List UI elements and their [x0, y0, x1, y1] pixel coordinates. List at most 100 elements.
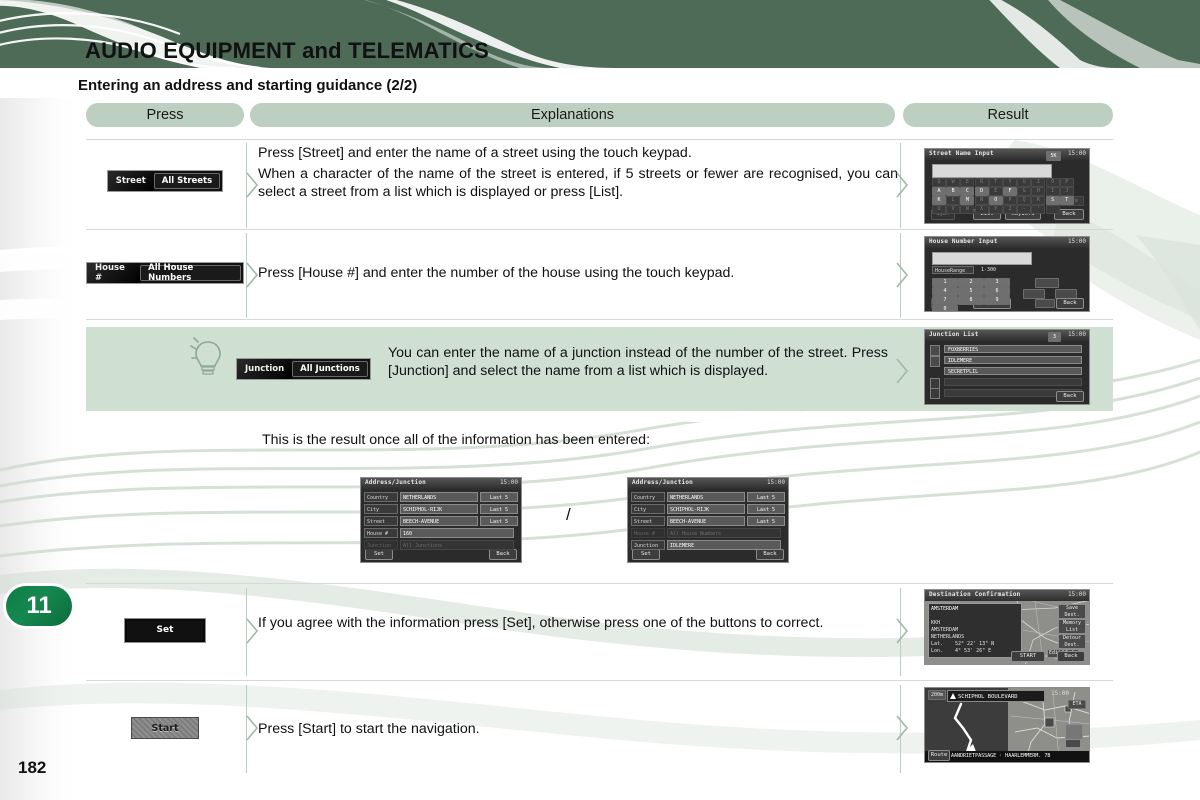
back-button[interactable]: Back — [1057, 651, 1085, 662]
numeric-key[interactable]: 0 — [932, 305, 958, 311]
keyboard-key[interactable] — [1045, 205, 1060, 214]
keyboard-key[interactable]: M — [960, 196, 975, 205]
text-input-field[interactable] — [932, 164, 1052, 178]
address-field-value[interactable]: BEECH-AVENUE — [400, 516, 478, 526]
numeric-key[interactable]: 3 — [984, 278, 1010, 287]
start-button[interactable]: Start — [131, 717, 199, 739]
address-field-label[interactable]: City — [364, 504, 398, 514]
keyboard-key[interactable]: Z — [1003, 205, 1017, 214]
start-button[interactable]: START — [1011, 651, 1045, 662]
delete-key[interactable] — [1035, 278, 1059, 288]
keyboard-key[interactable]: J — [1059, 187, 1074, 196]
keyboard-key[interactable]: X — [974, 205, 989, 214]
keyboard-key[interactable]: I — [1031, 178, 1046, 187]
back-button[interactable]: Back — [1056, 298, 1084, 309]
keyboard-key[interactable]: E — [960, 178, 975, 187]
address-field-value[interactable]: IDLEMERE — [667, 540, 781, 550]
keyboard-key[interactable]: W — [946, 178, 961, 187]
back-button[interactable]: Back — [1056, 391, 1084, 402]
address-field-value[interactable]: NETHERLANDS — [400, 492, 478, 502]
keyboard-key[interactable]: R — [1031, 196, 1046, 205]
address-field-label[interactable]: House # — [631, 528, 665, 538]
keyboard-key[interactable]: B — [946, 187, 961, 196]
address-field-side-button[interactable]: Last 5 — [480, 516, 518, 526]
keyboard-key[interactable]: V — [946, 205, 961, 214]
scroll-up-button[interactable] — [930, 345, 940, 356]
keyboard-key[interactable]: Y — [1003, 178, 1017, 187]
address-field-value[interactable]: SCHIPHOL-RIJK — [400, 504, 478, 514]
address-field-value[interactable]: SCHIPHOL-RIJK — [667, 504, 745, 514]
house-number-button[interactable]: House # All House Numbers — [86, 262, 244, 284]
keyboard-key[interactable]: E — [988, 187, 1003, 196]
numeric-key[interactable]: 8 — [958, 296, 984, 305]
keyboard-key[interactable]: G — [1017, 187, 1032, 196]
address-field-side-button[interactable]: Last 5 — [747, 492, 785, 502]
number-input-field[interactable] — [932, 252, 1032, 265]
keyboard-key[interactable]: N — [974, 196, 989, 205]
keyboard-key[interactable]: T — [988, 178, 1003, 187]
address-field-side-button[interactable]: Last 5 — [480, 504, 518, 514]
set-button[interactable]: Set — [125, 618, 205, 642]
scroll-down-button[interactable] — [930, 388, 940, 399]
keyboard-key[interactable]: R — [974, 178, 989, 187]
route-button[interactable]: Route — [928, 750, 950, 761]
keyboard-key[interactable]: S — [1045, 196, 1060, 205]
keyboard-key[interactable]: K — [932, 196, 946, 205]
back-button[interactable]: Back — [489, 549, 517, 560]
keyboard-key[interactable]: Q — [1017, 196, 1032, 205]
scroll-page-up-button[interactable] — [930, 356, 940, 367]
numeric-key[interactable]: 2 — [958, 278, 984, 287]
address-field-value[interactable]: BEECH-AVENUE — [667, 516, 745, 526]
address-field-side-button[interactable]: Last 5 — [747, 516, 785, 526]
detour-destination-button[interactable]: Detour Dest. — [1058, 634, 1086, 649]
back-button[interactable]: Back — [756, 549, 784, 560]
address-field-value[interactable]: All Junctions — [400, 540, 514, 550]
numeric-key[interactable]: 9 — [984, 296, 1010, 305]
keyboard-key[interactable]: H — [1031, 187, 1046, 196]
keyboard-key[interactable]: U — [932, 205, 946, 214]
keyboard-key[interactable]: Q — [932, 178, 946, 187]
keyboard-key[interactable]: T — [1059, 196, 1074, 205]
map-expand-button[interactable] — [1065, 739, 1081, 748]
address-field-value[interactable]: 160 — [400, 528, 514, 538]
address-field-value[interactable]: NETHERLANDS — [667, 492, 745, 502]
address-field-label[interactable]: Country — [364, 492, 398, 502]
street-button[interactable]: Street All Streets — [106, 170, 224, 192]
keyboard-key[interactable]: ' — [1031, 205, 1046, 214]
address-field-side-button[interactable]: Last 5 — [480, 492, 518, 502]
address-field-label[interactable]: Street — [364, 516, 398, 526]
keyboard-key[interactable]: P — [1059, 178, 1074, 187]
address-field-label[interactable]: House # — [364, 528, 398, 538]
memory-list-button[interactable]: Memory List — [1058, 619, 1086, 634]
keyboard-key[interactable]: O — [988, 196, 1003, 205]
keyboard-key[interactable]: C — [960, 187, 975, 196]
address-field-label[interactable]: Street — [631, 516, 665, 526]
address-field-side-button[interactable]: Last 5 — [747, 504, 785, 514]
address-field-value[interactable]: All House Numbers — [667, 528, 781, 538]
eta-button[interactable]: ETA — [1068, 700, 1086, 709]
space-key[interactable] — [1035, 299, 1055, 308]
numeric-key[interactable]: 6 — [984, 287, 1010, 296]
list-item[interactable]: SECRETPLIL — [944, 367, 1082, 375]
map-zoom-control[interactable] — [1065, 724, 1083, 740]
keyboard-key[interactable]: D — [974, 187, 989, 196]
keyboard-key[interactable]: - — [1017, 205, 1032, 214]
address-field-label[interactable]: City — [631, 504, 665, 514]
keyboard-key[interactable]: L — [946, 196, 961, 205]
numeric-key[interactable]: 1 — [932, 278, 958, 287]
numeric-key[interactable]: 4 — [932, 287, 958, 296]
numeric-key[interactable]: 5 — [958, 287, 984, 296]
keyboard-key[interactable]: U — [1017, 178, 1032, 187]
keyboard-key[interactable]: Y — [988, 205, 1003, 214]
keyboard-key[interactable]: F — [1003, 187, 1017, 196]
address-field-label[interactable]: Country — [631, 492, 665, 502]
address-field-label[interactable]: Junction — [631, 540, 665, 550]
keyboard-key[interactable]: O — [1045, 178, 1060, 187]
junction-button[interactable]: Junction All Junctions — [236, 358, 371, 380]
numeric-key[interactable]: 7 — [932, 296, 958, 305]
list-item[interactable]: FOXBERRIES — [944, 345, 1082, 353]
keyboard-key[interactable]: I — [1045, 187, 1060, 196]
keyboard-key[interactable]: A — [932, 187, 946, 196]
keyboard-key[interactable]: P — [1003, 196, 1017, 205]
list-item[interactable]: IDLEMERE — [944, 356, 1082, 364]
